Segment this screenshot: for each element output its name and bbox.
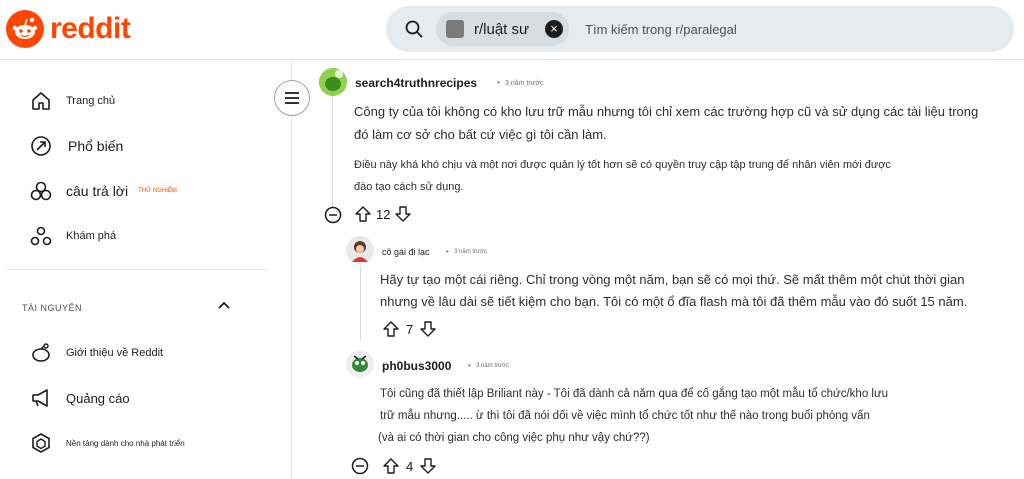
vote-score: 7 — [406, 321, 414, 337]
community-chip-label: r/luật sư — [474, 20, 530, 38]
reddit-logo[interactable]: reddit — [6, 10, 131, 48]
search-bar[interactable]: r/luật sư × Tìm kiếm trong r/paralegal — [386, 6, 1014, 52]
upvote-icon[interactable] — [354, 205, 372, 223]
downvote-icon[interactable] — [394, 205, 412, 223]
comment-body-line: Điều này khá khó chịu và một nơi được qu… — [354, 159, 891, 171]
reddit-snoo-icon — [6, 10, 44, 48]
vote-bar: 4 — [382, 457, 437, 475]
comment-body-line: nhưng về lâu dài sẽ tiết kiệm cho bạn. T… — [380, 294, 968, 309]
avatar[interactable] — [346, 236, 374, 264]
comment-time: 3 năm trước — [505, 80, 544, 87]
about-reddit-icon — [32, 343, 50, 362]
collapse-comment-icon[interactable] — [351, 457, 369, 475]
popular-icon — [31, 136, 51, 156]
sidebar-item-label: Giới thiệu về Reddit — [66, 347, 164, 359]
sidebar-item-developer-platform[interactable]: Nền tảng dành cho nhà phát triển — [30, 432, 185, 454]
search-input[interactable]: Tìm kiếm trong r/paralegal — [585, 22, 737, 37]
home-icon — [32, 92, 50, 110]
explore-icon — [30, 226, 52, 246]
comment-time: 3 năm trước — [454, 249, 487, 255]
vote-score: 4 — [406, 458, 414, 474]
sidebar-item-label: Phổ biến — [68, 138, 124, 154]
comment-time: 3 năm trước — [476, 363, 509, 369]
separator-dot: • — [497, 78, 500, 87]
vote-bar: 7 — [382, 320, 437, 338]
thread-line — [360, 265, 361, 341]
megaphone-icon — [32, 389, 48, 407]
avatar[interactable] — [319, 68, 347, 96]
sidebar-divider — [6, 269, 268, 270]
comment-author[interactable]: cô gái đi lạc — [382, 247, 430, 257]
community-chip[interactable]: r/luật sư × — [436, 12, 570, 46]
sidebar-item-about-reddit[interactable]: Giới thiệu về Reddit — [30, 342, 163, 364]
reddit-page: reddit r/luật sư × Tìm kiếm trong r/para… — [0, 0, 1024, 479]
resources-heading: TÀI NGUYÊN — [22, 303, 83, 313]
upvote-icon[interactable] — [382, 457, 400, 475]
comment-body-line: (và ai có thời gian cho công việc phụ nh… — [378, 432, 650, 444]
avatar[interactable] — [346, 350, 374, 378]
downvote-icon[interactable] — [419, 457, 437, 475]
developer-icon — [32, 433, 50, 453]
left-sidebar: Trang chủ Phổ biến câu trả lời THỬ NGHIỆ… — [0, 60, 292, 479]
sidebar-item-answers[interactable]: câu trả lời THỬ NGHIỆM — [30, 180, 177, 202]
answers-icon — [30, 181, 52, 201]
downvote-icon[interactable] — [419, 320, 437, 338]
sidebar-item-label: Khám phá — [66, 230, 117, 242]
sidebar-item-label: Nền tảng dành cho nhà phát triển — [66, 438, 185, 448]
thread-line — [332, 97, 333, 213]
comment-body-line: trữ mẫu nhưng..... ừ thì tôi đã nói dối … — [380, 410, 870, 422]
separator-dot: • — [468, 361, 471, 370]
close-icon[interactable]: × — [545, 20, 564, 38]
comment-body-line: Hãy tự tạo một cái riêng. Chỉ trong vòng… — [380, 272, 965, 287]
logo-wordmark: reddit — [50, 12, 131, 45]
search-icon — [405, 20, 423, 38]
comment-author[interactable]: ph0bus3000 — [382, 359, 451, 373]
beta-badge: THỬ NGHIỆM — [138, 188, 177, 194]
vote-bar: 12 — [354, 205, 412, 223]
comment-body-line: đó làm cơ sở cho bất cứ việc gì tôi cần … — [354, 127, 607, 142]
comment-author[interactable]: search4truthnrecipes — [355, 76, 477, 90]
sidebar-item-popular[interactable]: Phổ biến — [30, 135, 123, 157]
separator-dot: • — [446, 247, 449, 256]
collapse-comment-icon[interactable] — [324, 206, 342, 224]
sidebar-item-advertise[interactable]: Quảng cáo — [30, 387, 130, 409]
upvote-icon[interactable] — [382, 320, 400, 338]
sidebar-item-explore[interactable]: Khám phá — [30, 225, 116, 247]
comment-thread: search4truthnrecipes • 3 năm trước Công … — [292, 60, 1024, 479]
top-bar: reddit r/luật sư × Tìm kiếm trong r/para… — [0, 0, 1024, 60]
sidebar-item-label: Trang chủ — [66, 95, 116, 107]
toggle-sidebar-button[interactable] — [274, 80, 310, 116]
comment-body-line: Tôi cũng đã thiết lập Briliant này - Tôi… — [380, 388, 889, 400]
community-avatar — [446, 20, 464, 38]
vote-score: 12 — [376, 206, 391, 222]
comment-body-line: Công ty của tôi không có kho lưu trữ mẫu… — [354, 104, 979, 119]
comment-body-line: đào tạo cách sử dụng. — [354, 181, 464, 193]
sidebar-item-home[interactable]: Trang chủ — [30, 90, 115, 112]
menu-icon — [285, 92, 299, 104]
sidebar-item-label: câu trả lời — [66, 183, 129, 199]
sidebar-item-label: Quảng cáo — [66, 390, 130, 406]
chevron-up-icon[interactable] — [216, 298, 232, 314]
